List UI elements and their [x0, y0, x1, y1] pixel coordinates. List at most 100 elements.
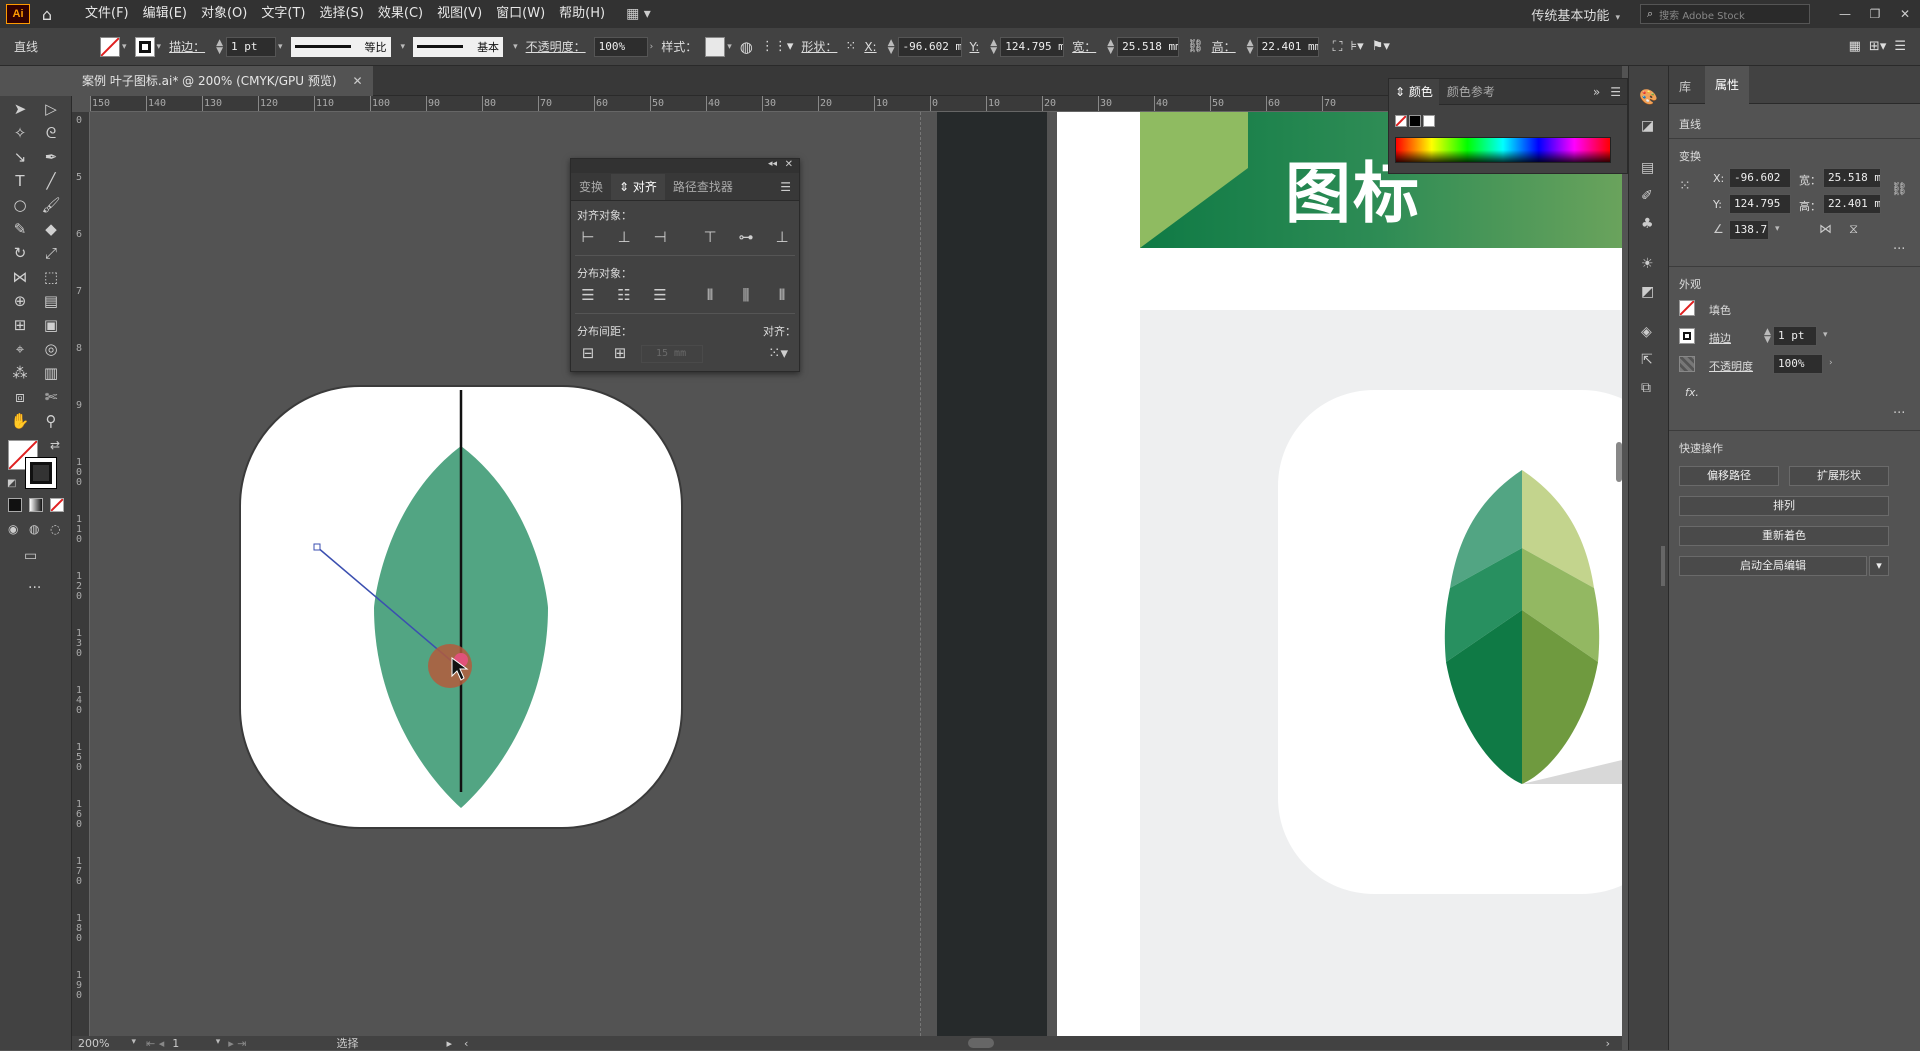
x-label[interactable]: X: — [864, 40, 876, 54]
swap-fill-stroke-icon[interactable]: ⇄ — [50, 438, 60, 452]
symbol-sprayer-tool-icon[interactable]: ⁂ — [7, 362, 33, 384]
stroke-swatch-dropdown[interactable]: ▾ — [134, 36, 161, 57]
stroke-swatch[interactable] — [134, 36, 155, 57]
eyedropper-tool-icon[interactable]: ⌖ — [7, 338, 33, 360]
distribute-left-icon[interactable]: ⫴ — [699, 285, 721, 305]
shaper-tool-icon[interactable]: ✎ — [7, 218, 33, 240]
distribute-hspace-icon[interactable]: ⊞ — [609, 343, 631, 363]
artboard-nav-last-icon[interactable]: ▸ ⇥ — [228, 1037, 246, 1050]
gradient-tool-icon[interactable]: ▣ — [38, 314, 64, 336]
collapse-panel-icon[interactable]: ◂◂ — [768, 159, 777, 169]
eraser-tool-icon[interactable]: ◆ — [38, 218, 64, 240]
width-tool-icon[interactable]: ⋈ — [7, 266, 33, 288]
color-panel-menu-icon[interactable]: ☰ — [1604, 85, 1627, 99]
stroke-color-box[interactable] — [25, 457, 57, 489]
none-mode-icon[interactable] — [50, 498, 64, 512]
distribute-hcenter-icon[interactable]: ⫼ — [735, 285, 757, 305]
edit-toolbar-icon[interactable]: ··· — [28, 580, 41, 596]
tab-pathfinder[interactable]: 路径查找器 — [665, 174, 741, 200]
width-field[interactable]: ▲ ▼ 25.518 mm — [1104, 36, 1180, 57]
tab-properties[interactable]: 属性 — [1705, 66, 1750, 104]
width-label[interactable]: 宽： — [1072, 38, 1096, 55]
y-value[interactable]: 124.795 m — [1000, 36, 1065, 57]
symbols-icon[interactable]: ♣ — [1641, 216, 1654, 232]
distribute-bottom-icon[interactable]: ☰ — [649, 285, 671, 305]
color-spectrum[interactable] — [1395, 137, 1611, 163]
zoom-tool-icon[interactable]: ⚲ — [38, 410, 64, 432]
menu-object[interactable]: 对象(O) — [194, 0, 254, 28]
menu-effect[interactable]: 效果(C) — [371, 0, 430, 28]
hand-tool-icon[interactable]: ✋ — [7, 410, 33, 432]
close-tab-icon[interactable]: ✕ — [353, 66, 363, 96]
brush-definition[interactable]: 基本 — [413, 36, 504, 57]
align-top-icon[interactable]: ⊤ — [699, 227, 721, 247]
menu-type[interactable]: 文字(T) — [254, 0, 312, 28]
artboard-nav-first-icon[interactable]: ⇤ ◂ — [146, 1037, 164, 1050]
tab-libraries[interactable]: 库 — [1679, 78, 1691, 95]
mesh-tool-icon[interactable]: ⊞ — [7, 314, 33, 336]
shape-label[interactable]: 形状： — [801, 38, 837, 55]
link-proportions-icon[interactable]: ⛓ — [1187, 39, 1204, 54]
strip-scrollbar[interactable] — [1661, 546, 1665, 586]
appearance-stroke-label[interactable]: 描边 — [1709, 330, 1731, 346]
reference-point-icon[interactable]: ⁙ — [845, 39, 856, 54]
home-icon[interactable]: ⌂ — [30, 5, 64, 24]
transform-more-icon[interactable]: ··· — [1893, 242, 1905, 257]
brushes-icon[interactable]: ✐ — [1641, 188, 1653, 204]
y-label[interactable]: Y: — [970, 40, 980, 54]
paintbrush-tool-icon[interactable]: 🖌 — [38, 194, 64, 216]
default-colors-icon[interactable]: ◩ — [7, 478, 16, 489]
global-edit-button[interactable]: 启动全局编辑 — [1679, 556, 1867, 576]
align-right-icon[interactable]: ⊣ — [649, 227, 671, 247]
menu-help[interactable]: 帮助(H) — [552, 0, 612, 28]
distribute-top-icon[interactable]: ☰ — [577, 285, 599, 305]
menu-file[interactable]: 文件(F) — [78, 0, 136, 28]
rotate-tool-icon[interactable]: ↻ — [7, 242, 33, 264]
blend-tool-icon[interactable]: ◎ — [38, 338, 64, 360]
align-to-icon[interactable]: ⋮⋮▾ — [761, 39, 794, 54]
align-left-icon[interactable]: ⊢ — [577, 227, 599, 247]
tab-align[interactable]: ⇕ 对齐 — [611, 174, 665, 200]
scroll-left-icon[interactable]: ‹ — [464, 1037, 468, 1050]
export-icon[interactable]: ⇱ — [1641, 352, 1653, 368]
workspace-switcher[interactable]: 传统基本功能 ▾ — [1531, 5, 1620, 24]
width-value[interactable]: 25.518 mm — [1117, 36, 1180, 57]
none-black-white-swatches[interactable] — [1395, 115, 1435, 127]
tab-transform[interactable]: 变换 — [571, 174, 611, 200]
type-tool-icon[interactable]: T — [7, 170, 33, 192]
offset-path-button[interactable]: 偏移路径 — [1679, 466, 1779, 486]
magic-wand-tool-icon[interactable]: ✧ — [7, 122, 33, 144]
artboard-tool-icon[interactable]: ⧈ — [7, 386, 33, 408]
align-vcenter-icon[interactable]: ⊶ — [735, 227, 757, 247]
draw-inside-icon[interactable]: ◌ — [50, 522, 60, 536]
close-panel-icon[interactable]: ✕ — [785, 159, 793, 170]
opacity-label[interactable]: 不透明度： — [526, 38, 586, 55]
draw-normal-icon[interactable]: ◉ — [8, 522, 18, 536]
gradient-mode-icon[interactable] — [29, 498, 43, 512]
close-window-button[interactable]: ✕ — [1890, 7, 1920, 21]
appearance-icon[interactable]: ☀ — [1641, 256, 1654, 272]
screen-mode-icon[interactable]: ▭ — [24, 548, 37, 564]
appearance-stroke-swatch[interactable] — [1679, 328, 1695, 344]
height-field[interactable]: ▲ ▼ 22.401 mm — [1244, 36, 1319, 57]
stroke-weight-value[interactable]: 1 pt — [226, 36, 276, 57]
arrange-panels-icon[interactable]: ▦ — [1849, 39, 1861, 54]
spacing-field[interactable]: 15 mm — [641, 345, 703, 363]
maximize-button[interactable]: ❐ — [1860, 7, 1890, 21]
prop-y-field[interactable]: 124.795 — [1729, 194, 1791, 214]
x-field[interactable]: ▲ ▼ -96.602 m — [885, 36, 962, 57]
menu-view[interactable]: 视图(V) — [430, 0, 489, 28]
lasso-tool-icon[interactable]: ᘓ — [38, 122, 64, 144]
stroke-weight-field[interactable]: ▲ ▼ 1 pt ▾ — [213, 36, 283, 57]
menu-window[interactable]: 窗口(W) — [489, 0, 552, 28]
opacity-field[interactable]: 100% › — [593, 36, 653, 57]
panel-menu-icon[interactable]: ☰ — [772, 174, 799, 200]
menu-select[interactable]: 选择(S) — [312, 0, 370, 28]
layers-icon[interactable]: ◈ — [1641, 324, 1652, 340]
global-edit-dropdown[interactable]: ▾ — [1869, 556, 1889, 576]
arrange-button[interactable]: 排列 — [1679, 496, 1889, 516]
panel-menu-icon[interactable]: ⊞▾ — [1869, 39, 1886, 54]
swatches-icon[interactable]: ▤ — [1641, 160, 1654, 176]
selection-tool-icon[interactable]: ➤ — [7, 98, 33, 120]
variable-width-profile[interactable]: 等比 — [290, 36, 391, 57]
